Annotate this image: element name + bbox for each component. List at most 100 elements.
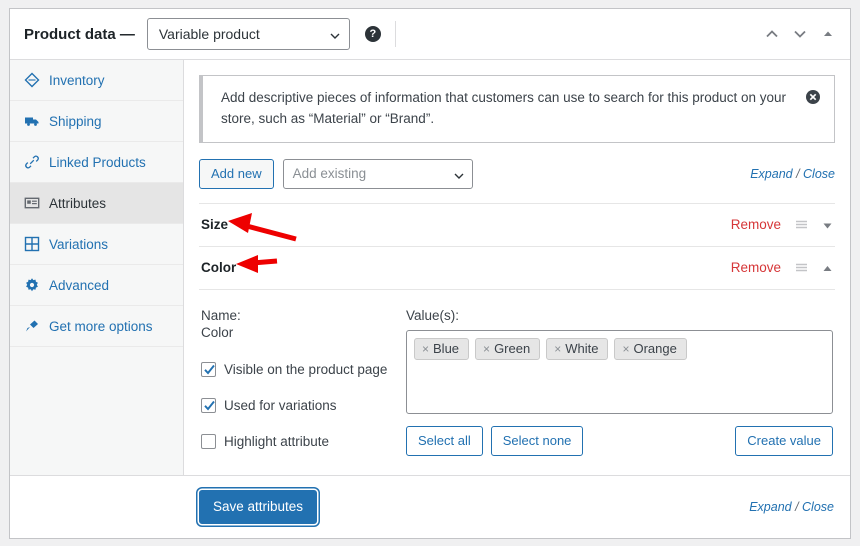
select-none-button[interactable]: Select none — [490, 426, 584, 457]
product-data-screen: Product data — Variable product ? Invent… — [0, 0, 860, 546]
attributes-panel: Add descriptive pieces of information th… — [184, 60, 850, 475]
checkbox-row-visible[interactable]: Visible on the product page — [201, 362, 396, 378]
expand-link[interactable]: Expand — [750, 167, 792, 181]
checkbox-label: Used for variations — [224, 398, 337, 414]
grid-icon — [24, 236, 40, 252]
sidebar-item-label: Variations — [49, 236, 109, 252]
close-link[interactable]: Close — [803, 167, 835, 181]
sidebar-item-attributes[interactable]: Attributes — [10, 183, 183, 224]
expand-close-links-bottom: Expand / Close — [749, 500, 834, 514]
panel-footer: Save attributes Expand / Close — [10, 475, 850, 538]
chip-remove-icon[interactable]: × — [422, 342, 429, 356]
product-type-select[interactable]: Variable product — [146, 18, 350, 50]
attribute-value-buttons: Select all Select none Create value — [406, 426, 833, 457]
remove-attribute-link[interactable]: Remove — [731, 217, 781, 232]
attributes-panel-inner: Add descriptive pieces of information th… — [184, 60, 850, 475]
close-link[interactable]: Close — [802, 500, 834, 514]
header-divider — [394, 21, 396, 47]
attribute-row-color[interactable]: Color Remove — [199, 245, 835, 289]
create-value-button[interactable]: Create value — [735, 426, 833, 457]
sidebar-item-label: Attributes — [49, 195, 107, 211]
inventory-icon — [24, 72, 40, 88]
sidebar-item-label: Linked Products — [49, 154, 146, 170]
checkbox-row-highlight-attribute[interactable]: Highlight attribute — [201, 434, 396, 450]
chip-label: Orange — [633, 341, 677, 357]
expand-close-separator: / — [792, 166, 804, 181]
sidebar-item-shipping[interactable]: Shipping — [10, 101, 183, 142]
drag-handle-icon[interactable] — [795, 261, 808, 274]
checkbox-label: Highlight attribute — [224, 434, 330, 450]
product-data-panel: Product data — Variable product ? Invent… — [9, 8, 851, 539]
triangle-down-icon[interactable] — [822, 219, 833, 230]
panel-header: Product data — Variable product ? — [10, 9, 850, 60]
chip-remove-icon[interactable]: × — [554, 342, 561, 356]
checkbox-row-used-for-variations[interactable]: Used for variations — [201, 398, 396, 414]
select-all-button[interactable]: Select all — [406, 426, 483, 457]
chip-label: White — [565, 341, 599, 357]
expand-link[interactable]: Expand — [749, 500, 791, 514]
attribute-name: Color — [201, 260, 237, 276]
sidebar-item-get-more-options[interactable]: Get more options — [10, 306, 183, 347]
link-icon — [24, 154, 40, 170]
expand-close-separator: / — [791, 500, 803, 514]
used-for-variations-checkbox[interactable] — [201, 398, 216, 414]
chip-remove-icon[interactable]: × — [483, 342, 490, 356]
add-existing-select[interactable]: Add existing — [282, 158, 473, 189]
chip-remove-icon[interactable]: × — [622, 342, 629, 356]
attribute-name: Size — [201, 217, 229, 233]
product-data-tabs: Inventory Shipping Linked Products Attri… — [10, 60, 184, 475]
expand-close-links-top: Expand / Close — [750, 167, 835, 181]
value-chip[interactable]: × White — [546, 338, 609, 361]
attributes-icon — [24, 195, 40, 211]
truck-icon — [24, 113, 40, 129]
remove-attribute-link[interactable]: Remove — [731, 260, 781, 275]
add-new-button[interactable]: Add new — [199, 158, 274, 189]
attribute-values-label: Value(s): — [406, 307, 460, 323]
checkbox-label: Visible on the product page — [224, 362, 388, 378]
save-attributes-button[interactable]: Save attributes — [199, 490, 318, 524]
drag-handle-icon[interactable] — [795, 218, 808, 231]
triangle-up-icon[interactable] — [820, 26, 836, 42]
value-chip[interactable]: × Green — [475, 338, 541, 361]
chevron-down-icon — [454, 169, 464, 179]
attribute-detail-left: Name: Color Visible on the product page — [201, 306, 406, 471]
sidebar-item-advanced[interactable]: Advanced — [10, 265, 183, 306]
dismiss-circle-icon[interactable] — [805, 89, 821, 105]
attribute-name-value: Color — [201, 325, 234, 341]
attribute-row-actions: Remove — [731, 260, 833, 275]
value-chip[interactable]: × Orange — [614, 338, 687, 361]
plug-icon — [24, 318, 40, 334]
chevron-down-icon — [330, 28, 340, 39]
triangle-up-icon[interactable] — [822, 262, 833, 273]
sidebar-item-inventory[interactable]: Inventory — [10, 60, 183, 101]
page-title: Product data — — [24, 25, 135, 43]
gear-icon — [24, 277, 40, 293]
add-existing-placeholder: Add existing — [292, 166, 367, 182]
product-type-value: Variable product — [158, 26, 260, 42]
chip-label: Green — [494, 341, 531, 357]
sidebar-item-label: Advanced — [49, 277, 110, 293]
highlight-attribute-checkbox[interactable] — [201, 434, 216, 450]
attribute-values-input[interactable]: × Blue × Green × White × Orange — [406, 330, 833, 415]
notice-text: Add descriptive pieces of information th… — [221, 90, 787, 126]
attribute-name-label: Name: — [201, 307, 241, 323]
attributes-toolbar: Add new Add existing Expand / Close — [199, 158, 835, 203]
chip-label: Blue — [433, 341, 460, 357]
attribute-row-actions: Remove — [731, 217, 833, 232]
sidebar-item-label: Get more options — [49, 318, 153, 334]
attribute-detail-color: Name: Color Visible on the product page — [199, 288, 835, 489]
attribute-row-size[interactable]: Size Remove — [199, 202, 835, 246]
value-chip[interactable]: × Blue — [414, 338, 470, 361]
attributes-help-notice: Add descriptive pieces of information th… — [199, 75, 835, 143]
sidebar-item-linked-products[interactable]: Linked Products — [10, 142, 183, 183]
sidebar-item-variations[interactable]: Variations — [10, 224, 183, 265]
chevron-down-icon[interactable] — [792, 26, 808, 42]
attribute-detail-right: Value(s): × Blue × Green × White × Orange Se… — [406, 306, 833, 471]
panel-header-actions — [764, 26, 840, 42]
chevron-up-icon[interactable] — [764, 26, 780, 42]
panel-body: Inventory Shipping Linked Products Attri… — [10, 60, 850, 475]
sidebar-item-label: Inventory — [49, 72, 105, 88]
help-circle-icon[interactable]: ? — [364, 26, 381, 42]
sidebar-item-label: Shipping — [49, 113, 102, 129]
visible-on-product-page-checkbox[interactable] — [201, 362, 216, 378]
